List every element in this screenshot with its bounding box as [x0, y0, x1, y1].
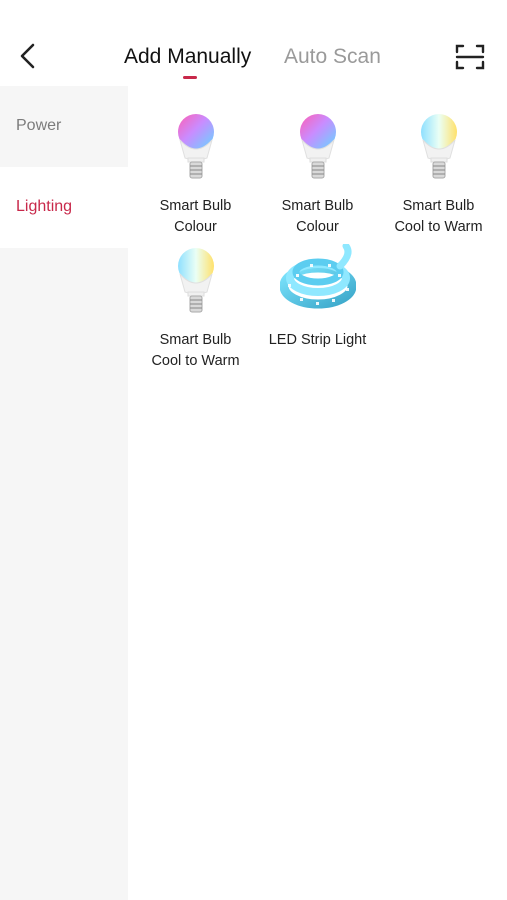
tab-auto-scan[interactable]: Auto Scan [284, 44, 381, 70]
device-smart-bulb-colour[interactable]: Smart Bulb Colour [135, 110, 256, 240]
sidebar-item-power[interactable]: Power [0, 86, 128, 167]
device-label: Smart Bulb Cool to Warm [151, 332, 240, 369]
back-chevron-left-icon[interactable] [14, 40, 40, 72]
cct-bulb-icon [420, 114, 457, 179]
led-strip-icon [279, 244, 356, 309]
device-smart-bulb-cool-to-warm[interactable]: Smart Bulb Cool to Warm [135, 244, 256, 374]
active-tab-indicator [183, 76, 197, 79]
device-label: Smart Bulb Colour [159, 198, 232, 235]
rgb-bulb-icon [177, 114, 214, 179]
device-smart-bulb-cool-to-warm[interactable]: Smart Bulb Cool to Warm [378, 110, 499, 240]
device-label: Smart Bulb Colour [281, 198, 354, 235]
device-label: Smart Bulb Cool to Warm [394, 198, 483, 235]
top-bar: Add Manually Auto Scan [0, 0, 507, 86]
sidebar-item-lighting[interactable]: Lighting [0, 167, 128, 248]
scan-icon[interactable] [454, 42, 486, 72]
sidebar-item-label: Lighting [16, 198, 73, 215]
cct-bulb-icon [177, 248, 214, 313]
sidebar-item-label: Power [16, 117, 62, 134]
device-grid: Smart Bulb Colour Smart Bulb Colour Smar… [128, 86, 507, 900]
tab-add-manually[interactable]: Add Manually [124, 44, 251, 70]
device-led-strip-light[interactable]: LED Strip Light [257, 244, 378, 374]
category-sidebar: Power Lighting [0, 86, 128, 900]
device-smart-bulb-colour[interactable]: Smart Bulb Colour [257, 110, 378, 240]
rgb-bulb-icon [299, 114, 336, 179]
device-label: LED Strip Light [268, 332, 367, 348]
